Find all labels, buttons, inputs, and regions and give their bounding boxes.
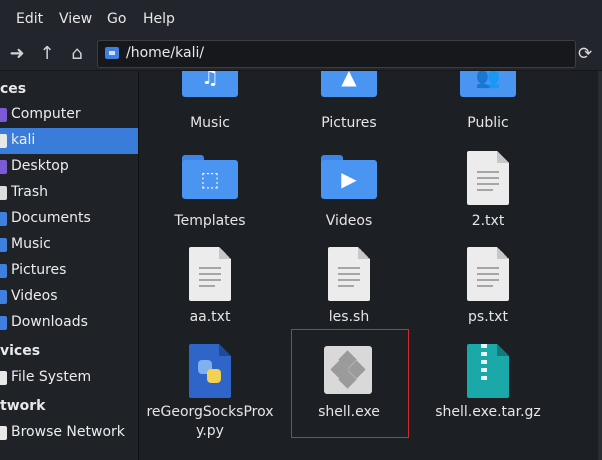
file-name: Templates [174, 213, 246, 229]
sidebar-item-label: Downloads [11, 314, 88, 330]
file-item-aa-txt[interactable]: aa.txt [145, 244, 275, 329]
file-name: les.sh [328, 309, 370, 325]
file-name: Music [190, 115, 230, 131]
music-note-icon: ♫ [201, 71, 219, 89]
home-icon[interactable]: ⌂ [66, 43, 88, 65]
file-item-templates[interactable]: ⬚ Templates [145, 149, 275, 234]
file-name-continued: y.py [196, 423, 224, 439]
file-item-pictures[interactable]: ▲ Pictures [284, 71, 414, 139]
sidebar-item-label: Computer [11, 106, 81, 122]
location-bar[interactable]: /home/kali/ [97, 40, 576, 68]
menu-view[interactable]: View [59, 11, 92, 27]
file-item-ps-txt[interactable]: ps.txt [423, 244, 553, 329]
text-file-icon [467, 151, 509, 205]
text-file-icon [467, 247, 509, 301]
text-file-icon [189, 247, 231, 301]
file-item-regeorgsocksproxy-py[interactable]: reGeorgSocksProx y.py [145, 341, 275, 451]
sidebar-item-label: Pictures [11, 262, 67, 278]
sidebar-item-label: File System [11, 369, 92, 385]
pictures-folder-icon: ▲ [321, 71, 377, 97]
sidebar-section-devices: vices [0, 343, 41, 359]
sidebar-item-label: Trash [11, 184, 48, 200]
sidebar-item-desktop[interactable]: Desktop [0, 154, 138, 180]
trash-icon [0, 186, 7, 200]
file-item-les-sh[interactable]: les.sh [284, 244, 414, 329]
sidebar-item-computer[interactable]: Computer [0, 102, 138, 128]
red-highlight-box [291, 329, 409, 438]
menu-help[interactable]: Help [143, 11, 175, 27]
sidebar-section-network: twork [0, 398, 46, 414]
sidebar-item-label: Desktop [11, 158, 69, 174]
sidebar-item-videos[interactable]: Videos [0, 284, 138, 310]
sidebar-item-label: Music [11, 236, 51, 252]
home-folder-icon [105, 47, 119, 59]
drive-icon [0, 371, 7, 385]
template-icon: ⬚ [200, 167, 220, 191]
sidebar-item-trash[interactable]: Trash [0, 180, 138, 206]
file-item-music[interactable]: ♫ Music [145, 71, 275, 139]
sidebar-item-label: kali [11, 132, 36, 148]
up-arrow-icon[interactable]: ↑ [36, 43, 58, 65]
public-folder-icon: 👥 [460, 71, 516, 97]
menu-bar: Edit View Go Help [0, 0, 602, 38]
file-name: Public [467, 115, 509, 131]
file-name: Pictures [321, 115, 377, 131]
folder-icon [0, 212, 7, 226]
people-icon: 👥 [475, 71, 501, 89]
reload-icon[interactable]: ⟳ [578, 44, 592, 64]
network-icon [0, 426, 7, 440]
location-path[interactable]: /home/kali/ [126, 45, 204, 61]
sidebar-item-browse-network[interactable]: Browse Network [0, 420, 138, 446]
file-name: ps.txt [468, 309, 508, 325]
file-name: Videos [325, 213, 373, 229]
script-file-icon [328, 247, 370, 301]
sidebar: ces Computer kali Desktop Trash Document… [0, 71, 139, 460]
menu-go[interactable]: Go [107, 11, 126, 27]
computer-icon [0, 108, 7, 122]
sidebar-item-label: Browse Network [11, 424, 125, 440]
file-name: reGeorgSocksProx [146, 404, 274, 420]
templates-folder-icon: ⬚ [182, 155, 238, 199]
folder-icon [0, 290, 7, 304]
folder-icon [0, 238, 7, 252]
videos-folder-icon: ▶ [321, 155, 377, 199]
folder-icon [0, 264, 7, 278]
forward-icon[interactable]: ➜ [6, 43, 28, 65]
sidebar-item-downloads[interactable]: Downloads [0, 310, 138, 336]
file-name: 2.txt [471, 213, 505, 229]
home-icon [0, 134, 7, 148]
file-item-shell-exe-tar-gz[interactable]: shell.exe.tar.gz [423, 341, 553, 431]
image-icon: ▲ [341, 71, 357, 89]
file-name: shell.exe.tar.gz [435, 404, 541, 420]
sidebar-section-places: ces [0, 81, 27, 97]
sidebar-item-pictures[interactable]: Pictures [0, 258, 138, 284]
sidebar-item-music[interactable]: Music [0, 232, 138, 258]
file-item-2-txt[interactable]: 2.txt [423, 149, 553, 234]
sidebar-item-kali[interactable]: kali [0, 128, 138, 154]
python-file-icon [189, 344, 231, 398]
sidebar-item-label: Documents [11, 210, 91, 226]
video-camera-icon: ▶ [341, 167, 357, 191]
file-name: aa.txt [189, 309, 231, 325]
file-item-public[interactable]: 👥 Public [423, 71, 553, 139]
sidebar-item-label: Videos [11, 288, 58, 304]
desktop-icon [0, 160, 7, 174]
music-folder-icon: ♫ [182, 71, 238, 97]
menu-edit[interactable]: Edit [16, 11, 43, 27]
sidebar-item-documents[interactable]: Documents [0, 206, 138, 232]
folder-icon [0, 316, 7, 330]
sidebar-item-file-system[interactable]: File System [0, 365, 138, 391]
archive-file-icon [467, 344, 509, 398]
scrollbar[interactable] [598, 71, 602, 460]
file-item-videos[interactable]: ▶ Videos [284, 149, 414, 234]
